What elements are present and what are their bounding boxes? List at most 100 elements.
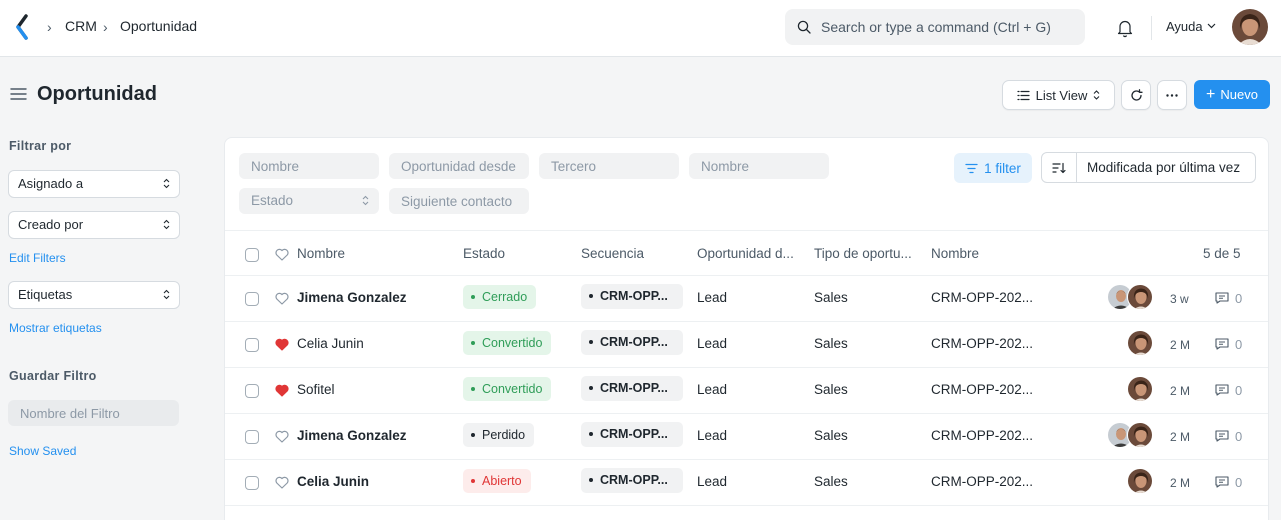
filter-nombre-input[interactable]	[239, 153, 379, 179]
top-navbar: › CRM › Oportunidad Ayuda	[0, 0, 1281, 57]
modified-time: 2 M	[1170, 384, 1191, 398]
list-card: Estado 1 filter Modificada por última ve…	[224, 137, 1269, 520]
row-checkbox[interactable]	[245, 384, 259, 398]
page-title: Oportunidad	[37, 83, 157, 105]
heart-icon[interactable]	[275, 338, 289, 351]
opportunity-from-cell: Lead	[697, 290, 728, 305]
sequence-badge: CRM-OPP...	[581, 284, 683, 309]
sort-direction-button[interactable]	[1042, 153, 1077, 182]
avatar	[1127, 330, 1153, 356]
show-tags-link[interactable]: Mostrar etiquetas	[9, 321, 102, 335]
avatar	[1127, 376, 1153, 402]
sequence-badge: CRM-OPP...	[581, 468, 683, 493]
created-by-select[interactable]: Creado por	[8, 211, 180, 239]
filter-name-input[interactable]	[8, 400, 179, 426]
opportunity-type-cell: Sales	[814, 382, 848, 397]
frappe-logo-icon[interactable]	[14, 14, 30, 40]
filter-nombre2-input[interactable]	[689, 153, 829, 179]
avatar	[1127, 284, 1153, 310]
list-icon	[1016, 90, 1030, 100]
search-input[interactable]	[821, 9, 1076, 45]
row-name-link[interactable]: Jimena Gonzalez	[297, 428, 407, 443]
filter-button[interactable]: 1 filter	[954, 153, 1032, 183]
heart-icon[interactable]	[275, 476, 289, 489]
table-row[interactable]: Jimena Gonzalez Cerrado CRM-OPP... Lead …	[225, 275, 1268, 321]
more-options-button[interactable]	[1157, 80, 1187, 110]
sequence-badge: CRM-OPP...	[581, 330, 683, 355]
menu-icon[interactable]	[10, 87, 27, 101]
reference-cell: CRM-OPP-202...	[931, 474, 1034, 489]
opportunity-from-cell: Lead	[697, 382, 728, 397]
row-name-link[interactable]: Celia Junin	[297, 336, 364, 351]
filter-count-label: 1 filter	[984, 160, 1021, 176]
search-icon	[797, 20, 811, 34]
awesome-bar[interactable]	[785, 9, 1085, 45]
bell-icon[interactable]	[1116, 18, 1134, 38]
column-header-tipo: Tipo de oportu...	[814, 246, 912, 261]
table-row[interactable]: Jimena Gonzalez Perdido CRM-OPP... Lead …	[225, 413, 1268, 459]
comment-icon	[1215, 384, 1229, 396]
modified-time: 3 w	[1170, 292, 1189, 306]
sort-selector: Modificada por última vez	[1041, 152, 1256, 183]
filter-status-label: Estado	[251, 193, 294, 208]
modified-time: 2 M	[1170, 430, 1191, 444]
sort-updown-icon	[362, 195, 369, 206]
row-checkbox[interactable]	[245, 292, 259, 306]
sort-updown-icon	[163, 289, 170, 300]
new-button-label: Nuevo	[1220, 87, 1258, 102]
opportunity-type-cell: Sales	[814, 290, 848, 305]
user-avatar[interactable]	[1232, 9, 1268, 45]
breadcrumb-separator: ›	[47, 19, 52, 35]
created-by-label: Creado por	[18, 217, 84, 232]
reference-cell: CRM-OPP-202...	[931, 336, 1034, 351]
filter-status-select[interactable]: Estado	[239, 188, 379, 214]
column-header-oportunidad: Oportunidad d...	[697, 246, 794, 261]
table-row[interactable]: Celia Junin Abierto CRM-OPP... Lead Sale…	[225, 459, 1268, 505]
heart-icon[interactable]	[275, 430, 289, 443]
help-dropdown[interactable]: Ayuda	[1166, 19, 1203, 34]
row-name-link[interactable]: Jimena Gonzalez	[297, 290, 407, 305]
heart-icon[interactable]	[275, 384, 289, 397]
new-button[interactable]: + Nuevo	[1194, 80, 1270, 109]
comment-icon	[1215, 476, 1229, 488]
heart-icon[interactable]	[275, 292, 289, 305]
edit-filters-link[interactable]: Edit Filters	[9, 251, 66, 265]
sequence-badge: CRM-OPP...	[581, 376, 683, 401]
status-badge: Perdido	[463, 423, 535, 447]
tags-select[interactable]: Etiquetas	[8, 281, 180, 309]
breadcrumb-separator: ›	[103, 19, 108, 35]
table-row[interactable]: Celia Junin Convertido CRM-OPP... Lead S…	[225, 321, 1268, 367]
refresh-button[interactable]	[1121, 80, 1151, 110]
status-badge: Convertido	[463, 331, 552, 355]
row-name-link[interactable]: Sofitel	[297, 382, 335, 397]
opportunity-type-cell: Sales	[814, 428, 848, 443]
heart-icon[interactable]	[275, 248, 289, 261]
row-name-link[interactable]: Celia Junin	[297, 474, 369, 489]
row-checkbox[interactable]	[245, 476, 259, 490]
filter-party-input[interactable]	[539, 153, 679, 179]
avatar	[1127, 468, 1153, 494]
sort-direction-icon	[1052, 162, 1066, 173]
sort-updown-icon	[163, 178, 170, 189]
select-all-checkbox[interactable]	[245, 248, 259, 262]
row-checkbox[interactable]	[245, 338, 259, 352]
table-row[interactable]: Sofitel Convertido CRM-OPP... Lead Sales…	[225, 367, 1268, 413]
reference-cell: CRM-OPP-202...	[931, 428, 1034, 443]
navbar-divider	[1151, 16, 1152, 40]
comment-icon	[1215, 430, 1229, 442]
sort-field-button[interactable]: Modificada por última vez	[1087, 160, 1240, 175]
status-badge: Cerrado	[463, 285, 537, 309]
status-badge: Abierto	[463, 469, 531, 493]
filter-opportunity-from-input[interactable]	[389, 153, 529, 179]
row-checkbox[interactable]	[245, 430, 259, 444]
list-view-button[interactable]: List View	[1002, 80, 1115, 110]
chevron-down-icon[interactable]	[1207, 23, 1216, 29]
filter-next-contact-input[interactable]	[389, 188, 529, 214]
opportunity-type-cell: Sales	[814, 336, 848, 351]
column-header-estado: Estado	[463, 246, 506, 261]
column-header-nombre: Nombre	[297, 246, 346, 261]
breadcrumb-oportunidad[interactable]: Oportunidad	[120, 18, 197, 34]
breadcrumb-crm[interactable]: CRM	[65, 18, 97, 34]
assigned-to-select[interactable]: Asignado a	[8, 170, 180, 198]
show-saved-link[interactable]: Show Saved	[9, 444, 76, 458]
